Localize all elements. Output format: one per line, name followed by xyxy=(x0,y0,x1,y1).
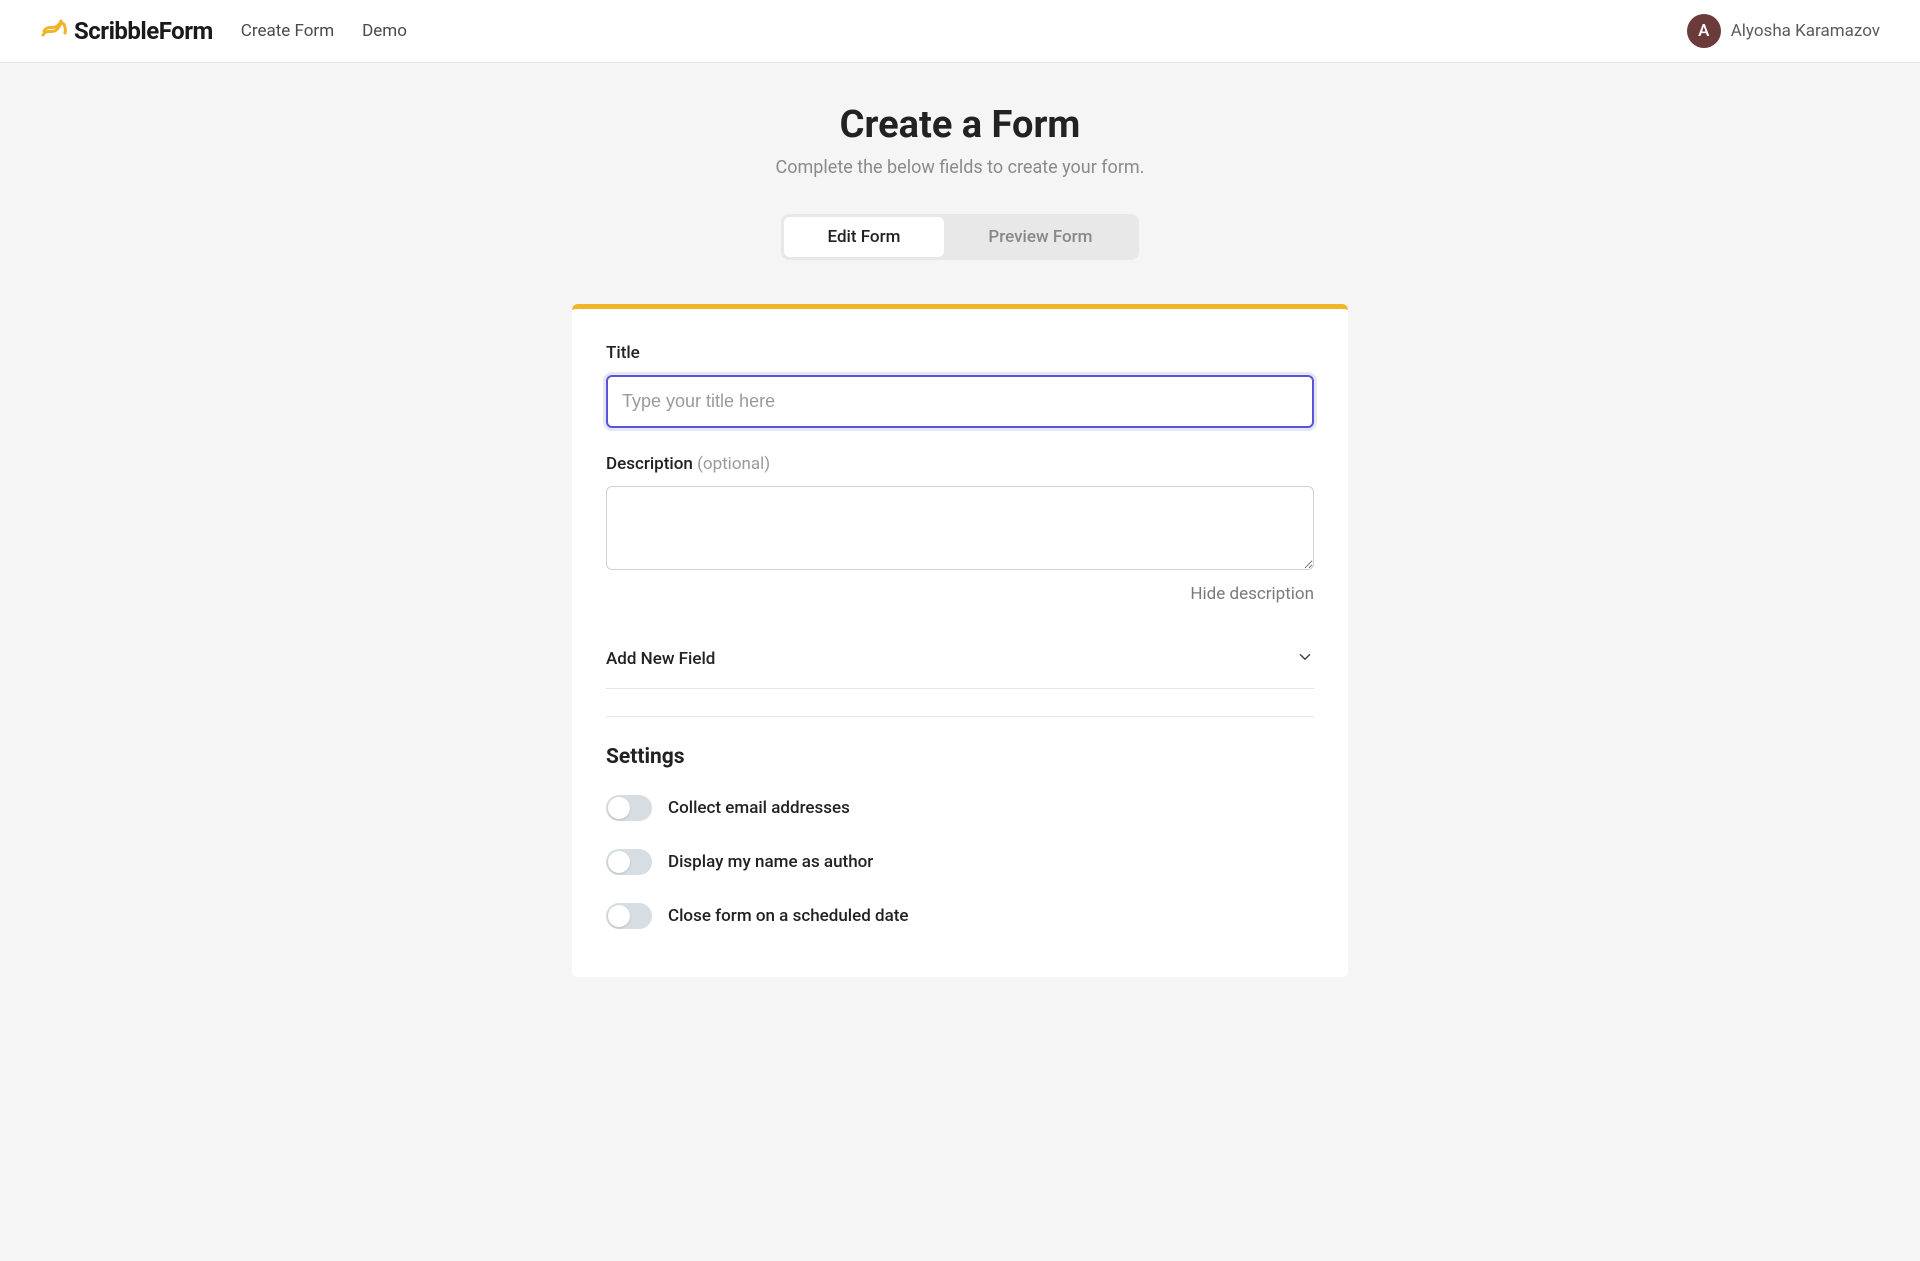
logo-text: ScribbleForm xyxy=(74,17,213,45)
tab-edit-form[interactable]: Edit Form xyxy=(784,217,945,257)
logo[interactable]: ScribbleForm xyxy=(40,15,213,47)
app-header: ScribbleForm Create Form Demo A Alyosha … xyxy=(0,0,1920,63)
nav-demo[interactable]: Demo xyxy=(362,21,407,41)
setting-display-author: Display my name as author xyxy=(606,849,1314,875)
user-menu[interactable]: A Alyosha Karamazov xyxy=(1687,14,1880,48)
title-field-group: Title xyxy=(606,343,1314,428)
setting-close-scheduled: Close form on a scheduled date xyxy=(606,903,1314,929)
nav-create-form[interactable]: Create Form xyxy=(241,21,334,41)
description-label-text: Description xyxy=(606,454,697,474)
main-content: Create a Form Complete the below fields … xyxy=(0,63,1920,1037)
scribble-icon xyxy=(40,15,68,47)
user-name: Alyosha Karamazov xyxy=(1731,21,1880,41)
header-left: ScribbleForm Create Form Demo xyxy=(40,15,407,47)
section-divider xyxy=(606,689,1314,717)
page-subtitle: Complete the below fields to create your… xyxy=(776,157,1145,178)
description-input[interactable] xyxy=(606,486,1314,570)
form-card: Title Description (optional) Hide descri… xyxy=(572,304,1348,977)
toggle-label: Display my name as author xyxy=(668,852,873,872)
hide-description-button[interactable]: Hide description xyxy=(606,584,1314,604)
description-optional: (optional) xyxy=(697,454,770,474)
chevron-down-icon xyxy=(1296,648,1314,670)
add-new-field-button[interactable]: Add New Field xyxy=(606,630,1314,689)
add-new-field-label: Add New Field xyxy=(606,649,715,669)
settings-heading: Settings xyxy=(606,745,1314,769)
title-input[interactable] xyxy=(606,375,1314,428)
toggle-collect-emails[interactable] xyxy=(606,795,652,821)
toggle-close-scheduled[interactable] xyxy=(606,903,652,929)
toggle-label: Close form on a scheduled date xyxy=(668,906,909,926)
toggle-knob xyxy=(608,905,630,927)
tab-group: Edit Form Preview Form xyxy=(781,214,1140,260)
tab-preview-form[interactable]: Preview Form xyxy=(944,217,1136,257)
toggle-knob xyxy=(608,851,630,873)
avatar: A xyxy=(1687,14,1721,48)
title-label: Title xyxy=(606,343,1314,363)
toggle-knob xyxy=(608,797,630,819)
description-field-group: Description (optional) Hide description xyxy=(606,454,1314,604)
description-label: Description (optional) xyxy=(606,454,1314,474)
page-title: Create a Form xyxy=(840,103,1081,147)
setting-collect-emails: Collect email addresses xyxy=(606,795,1314,821)
toggle-label: Collect email addresses xyxy=(668,798,850,818)
toggle-display-author[interactable] xyxy=(606,849,652,875)
